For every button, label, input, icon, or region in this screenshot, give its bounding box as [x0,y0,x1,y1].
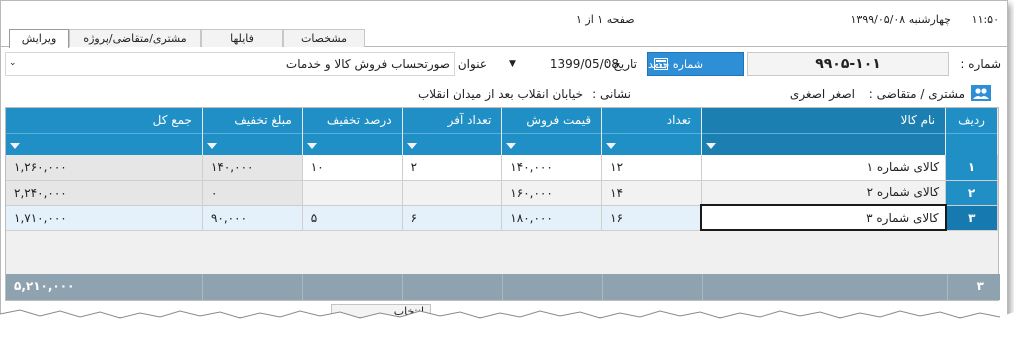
cell-sale-price[interactable]: ۱۸۰,۰۰۰ [501,205,603,231]
summary-cell [603,274,703,300]
summary-cell [203,274,303,300]
title-label: عنوان : [450,57,487,71]
summary-row: ۵,۲۱۰,۰۰۰ ۳ [6,274,1000,300]
col-total[interactable]: جمع کل [6,108,203,133]
cell-qty[interactable]: ۱۶ [601,205,702,231]
torn-bottom-edge [0,309,1014,349]
filter-icon[interactable] [506,142,517,149]
new-number-button[interactable]: شماره جدید [647,52,744,76]
cell-discount-percent[interactable]: ۱۰ [302,155,403,181]
tab-files[interactable]: فایلها [201,29,283,47]
cell-discount-amount[interactable]: ۱۴۰,۰۰۰ [202,155,303,181]
customer-icon[interactable] [971,85,991,101]
calculator-icon [654,58,668,70]
tab-edit[interactable]: ویرایش [9,29,69,48]
customer-label: مشتری / متقاضی : [868,87,965,101]
customer-row: مشتری / متقاضی : اصغر اصغری نشانی : خیاب… [1,83,1007,105]
title-value: صورتحساب فروش کالا و خدمات [285,57,450,71]
date-value: 1399/05/08 [549,57,619,71]
number-field[interactable]: ۹۹۰۵-۱۰۱ [747,52,949,76]
cell-item-name-selected[interactable]: کالای شماره ۳ [700,204,947,231]
cell-qty[interactable]: ۱۲ [601,155,702,181]
filter-cell[interactable] [701,132,947,155]
summary-cell [703,274,948,300]
cell-qty[interactable]: ۱۴ [601,180,702,206]
filter-icon[interactable] [406,142,417,149]
summary-count: ۳ [976,279,984,293]
summary-cell [503,274,603,300]
filter-icon[interactable] [705,142,716,149]
col-item-name[interactable]: نام کالا [701,108,947,133]
header-row: جمع کل مبلغ تخفیف درصد تخفیف تعداد آفر ق… [6,108,998,133]
top-info-bar: ۱۱:۵۰ چهارشنبه ۱۳۹۹/۰۵/۰۸ صفحه ۱ از ۱ [1,9,1007,29]
chevron-down-icon: ▼ [509,59,516,69]
tab-customer-project[interactable]: مشتری/متقاضی/پروژه [69,29,201,47]
filter-icon[interactable] [10,142,20,149]
cell-item-name[interactable]: کالای شماره ۱ [701,155,947,181]
number-label: شماره : [960,57,1001,71]
table-row[interactable]: ۲,۲۴۰,۰۰۰ ۰ ۱۶۰,۰۰۰ ۱۴ کالای شماره ۲ ۲ [6,180,998,206]
summary-cell [403,274,503,300]
filter-cell [945,132,998,155]
cell-discount-percent[interactable] [302,180,403,206]
filter-cell[interactable] [601,132,702,155]
cell-row-number[interactable]: ۱ [945,155,998,181]
cell-discount-amount[interactable]: ۰ [202,180,303,206]
header-row: شماره : ۹۹۰۵-۱۰۱ شماره جدید تاریخ : ▼ 13… [1,49,1007,79]
col-qty[interactable]: تعداد [601,108,702,133]
date-picker[interactable]: ▼ 1399/05/08 [507,54,623,74]
cell-total[interactable]: ۱,۷۱۰,۰۰۰ [6,205,203,231]
filter-cell[interactable] [302,132,403,155]
col-sale-price[interactable]: قیمت فروش [501,108,603,133]
table-row[interactable]: ۱,۲۶۰,۰۰۰ ۱۴۰,۰۰۰ ۱۰ ۲ ۱۴۰,۰۰۰ ۱۲ کالای … [6,155,998,181]
filter-icon[interactable] [606,142,617,149]
filter-icon[interactable] [206,142,217,149]
cell-sale-price[interactable]: ۱۴۰,۰۰۰ [501,155,603,181]
col-row-number[interactable]: ردیف [945,108,998,133]
filter-cell[interactable] [501,132,603,155]
cell-discount-amount[interactable]: ۹۰,۰۰۰ [202,205,303,231]
col-discount-percent[interactable]: درصد تخفیف [302,108,403,133]
cell-sale-price[interactable]: ۱۶۰,۰۰۰ [501,180,603,206]
filter-row [6,132,998,155]
address-value: خیابان انقلاب بعد از میدان انقلاب [417,87,583,101]
summary-cell [303,274,403,300]
cell-offer-qty[interactable]: ۲ [402,155,503,181]
cell-discount-percent[interactable]: ۵ [302,205,403,231]
col-offer-qty[interactable]: تعداد آفر [402,108,503,133]
title-select[interactable]: ⌄ صورتحساب فروش کالا و خدمات [5,52,455,76]
cell-total[interactable]: ۲,۲۴۰,۰۰۰ [6,180,203,206]
date-text: چهارشنبه ۱۳۹۹/۰۵/۰۸ [850,13,951,26]
cell-offer-qty[interactable] [402,180,503,206]
customer-value: اصغر اصغری [789,87,855,101]
items-table: جمع کل مبلغ تخفیف درصد تخفیف تعداد آفر ق… [6,108,998,231]
cell-row-number[interactable]: ۳ [945,205,998,231]
filter-cell[interactable] [402,132,503,155]
summary-total: ۵,۲۱۰,۰۰۰ [14,279,75,293]
filter-icon[interactable] [306,142,317,149]
filter-cell[interactable] [202,132,303,155]
col-discount-amount[interactable]: مبلغ تخفیف [202,108,303,133]
invoice-window: ۱۱:۵۰ چهارشنبه ۱۳۹۹/۰۵/۰۸ صفحه ۱ از ۱ وی… [0,0,1008,318]
chevron-down-icon: ⌄ [9,58,17,68]
filter-cell[interactable] [6,132,203,155]
tab-specs[interactable]: مشخصات [283,29,365,47]
cell-row-number[interactable]: ۲ [945,180,998,206]
items-grid: جمع کل مبلغ تخفیف درصد تخفیف تعداد آفر ق… [5,107,1000,301]
cell-item-name[interactable]: کالای شماره ۲ [701,180,947,206]
page-info: صفحه ۱ از ۱ [576,13,635,26]
address-label: نشانی : [592,87,631,101]
cell-offer-qty[interactable]: ۶ [402,205,503,231]
table-row[interactable]: ۱,۷۱۰,۰۰۰ ۹۰,۰۰۰ ۵ ۶ ۱۸۰,۰۰۰ ۱۶ کالای شم… [6,204,998,231]
cell-total[interactable]: ۱,۲۶۰,۰۰۰ [6,155,203,181]
clock-text: ۱۱:۵۰ [971,13,999,26]
tab-strip: ویرایش مشتری/متقاضی/پروژه فایلها مشخصات [1,29,1007,48]
